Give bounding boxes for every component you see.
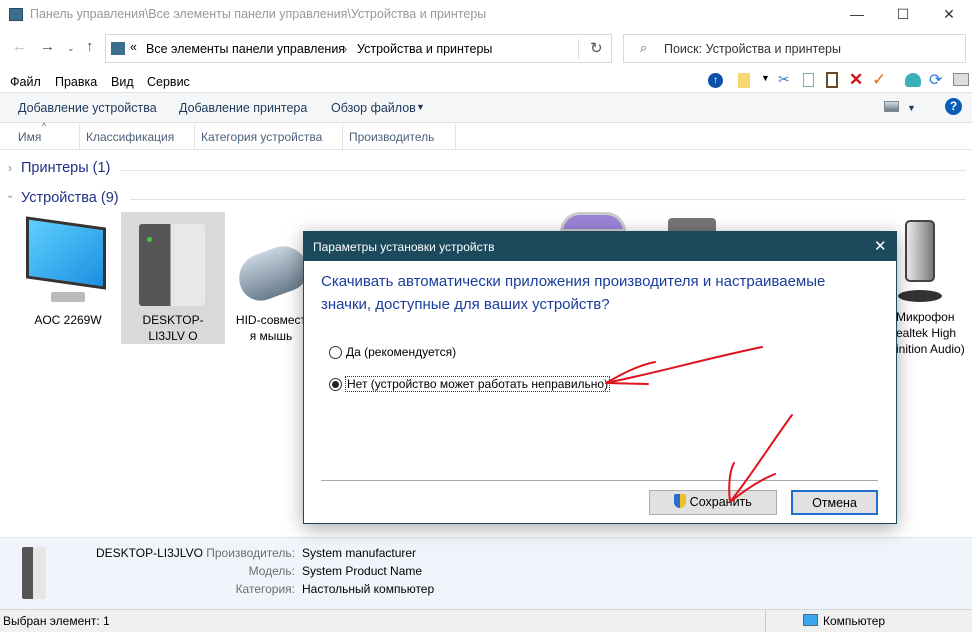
arrow-to-save-button xyxy=(728,414,793,503)
arrow-to-no-option xyxy=(605,346,763,385)
annotation-arrows xyxy=(605,346,793,503)
